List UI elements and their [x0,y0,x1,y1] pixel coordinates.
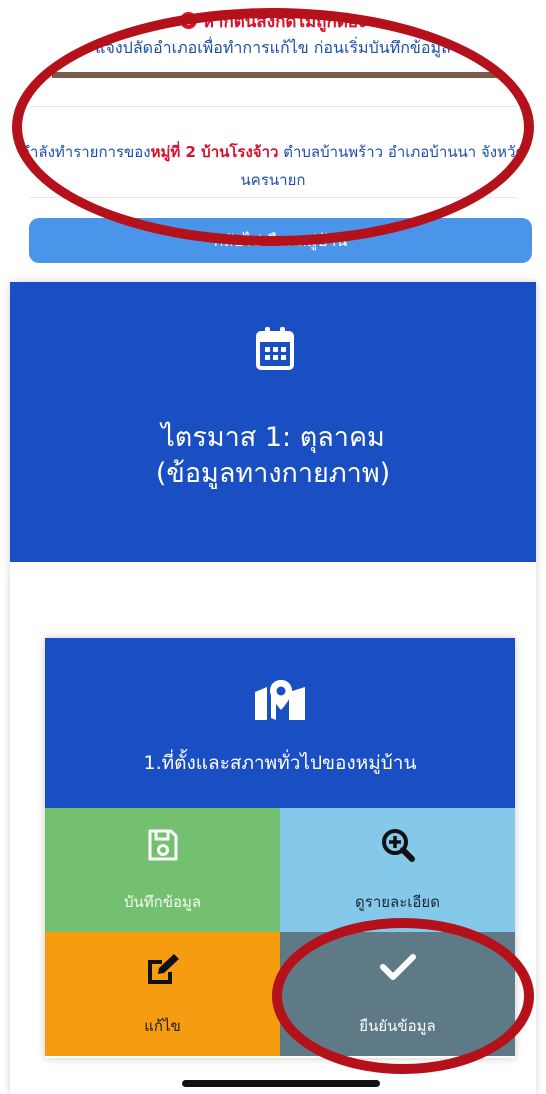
save-data-label: บันทึกข้อมูล [123,893,202,911]
home-indicator[interactable] [182,1080,380,1087]
edit-icon [45,952,280,992]
quarter-title: ไตรมาส 1: ตุลาคม (ข้อมูลทางกายภาพ) [10,420,536,492]
view-details-button[interactable]: ดูรายละเอียด [280,808,515,932]
alert-circle-icon [179,12,197,29]
change-village-button[interactable]: กลับไปเลือกหมู่บ้าน [29,218,532,263]
map-marker-icon [253,678,307,726]
quarter-title-line1: ไตรมาส 1: ตุลาคม [161,422,385,453]
confirm-data-button[interactable]: ยืนยันข้อมูล [280,932,515,1056]
check-icon [280,952,515,992]
quarter-title-line2: (ข้อมูลทางกายภาพ) [155,458,391,489]
warning-text: หากต้นสังกัดไม่ถูกต้อง [202,12,367,32]
current-village-context: กำลังทำรายการของหมู่ที่ 2 บ้านโรงจ้าว ตำ… [0,138,546,194]
save-data-button[interactable]: บันทึกข้อมูล [45,808,280,932]
context-location: ตำบลบ้านพร้าว อำเภอบ้านนา จังหวัดนครนายก [240,143,526,189]
warning-message: หากต้นสังกัดไม่ถูกต้อง [0,8,546,35]
confirm-data-label: ยืนยันข้อมูล [359,1017,436,1035]
divider [52,72,502,78]
quarter-banner[interactable]: ไตรมาส 1: ตุลาคม (ข้อมูลทางกายภาพ) [10,282,536,562]
topic-header: 1.ที่ตั้งและสภาพทั่วไปของหมู่บ้าน [45,638,515,808]
zoom-in-icon [280,828,515,868]
view-details-label: ดูรายละเอียด [355,893,440,911]
village-name: หมู่ที่ 2 บ้านโรงจ้าว [150,143,279,161]
instruction-text[interactable]: แจ้งปลัดอำเภอเพื่อทำการแก้ไข ก่อนเริ่มบั… [0,36,546,61]
calendar-icon [256,326,294,374]
context-prefix: กำลังทำรายการของ [20,143,151,161]
warning-area: หากต้นสังกัดไม่ถูกต้อง แจ้งปลัดอำเภอเพื่… [0,0,546,72]
topic-title: 1.ที่ตั้งและสภาพทั่วไปของหมู่บ้าน [143,752,417,774]
edit-button[interactable]: แก้ไข [45,932,280,1056]
edit-label: แก้ไข [144,1017,181,1035]
save-icon [45,828,280,868]
